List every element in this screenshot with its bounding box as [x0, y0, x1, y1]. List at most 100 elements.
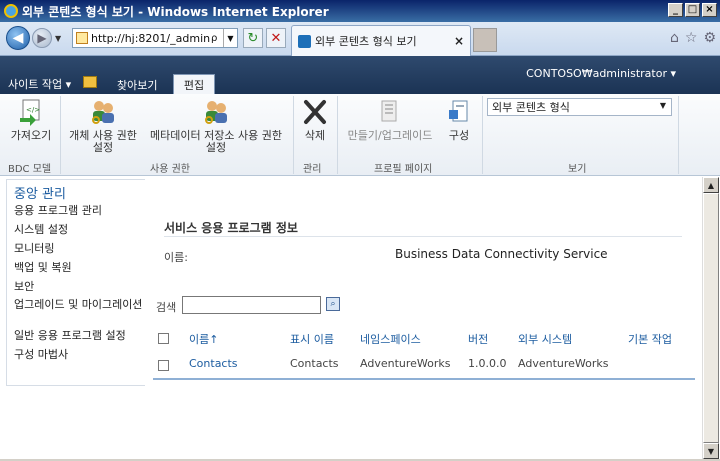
close-window-button[interactable]: × — [702, 3, 717, 17]
import-button[interactable]: </> 가져오기 — [8, 98, 54, 142]
address-search-icon[interactable]: ρ — [211, 33, 223, 44]
import-label: 가져오기 — [10, 129, 52, 142]
user-menu[interactable]: CONTOSO₩administrator ▾ — [526, 67, 676, 80]
configure-label: 구성 — [448, 129, 470, 142]
search-input[interactable] — [182, 296, 321, 314]
column-header-namespace[interactable]: 네임스페이스 — [360, 331, 421, 347]
forward-arrow-icon[interactable]: ▶ — [32, 28, 52, 48]
scroll-down-arrow-icon[interactable]: ▼ — [703, 443, 719, 459]
stop-icon[interactable]: ✕ — [266, 28, 286, 48]
internet-explorer-icon — [4, 4, 18, 18]
search-go-icon[interactable]: ⌕ — [326, 297, 340, 311]
nav-item-configuration-wizards[interactable]: 구성 마법사 — [14, 349, 68, 361]
column-header-display-name[interactable]: 표시 이름 — [290, 331, 334, 347]
ribbon: </> 가져오기 개체 사용 권한 설정 메타데이터 저장소 사용 권한 설정 … — [0, 94, 720, 176]
address-url[interactable]: http://hj:8201/_admin, — [91, 32, 211, 45]
address-bar[interactable]: http://hj:8201/_admin, ρ ▼ — [72, 28, 238, 48]
quick-launch-heading[interactable]: 중앙 관리 — [14, 183, 66, 202]
window-title-bar: 외부 콘텐츠 형식 보기 - Windows Internet Explorer… — [0, 0, 720, 22]
service-name-value: Business Data Connectivity Service — [395, 247, 608, 261]
configure-button[interactable]: 구성 — [442, 98, 476, 142]
section-divider — [164, 236, 682, 237]
name-label: 이름: — [164, 251, 188, 264]
set-object-permissions-label: 개체 사용 권한 설정 — [69, 129, 137, 154]
row-display-name: Contacts — [290, 357, 339, 370]
favorites-star-icon[interactable]: ☆ — [685, 30, 698, 46]
set-metadata-store-permissions-button[interactable]: 메타데이터 저장소 사용 권한 설정 — [145, 98, 287, 154]
column-header-default-action[interactable]: 기본 작업 — [628, 331, 672, 347]
configure-page-icon — [445, 98, 473, 126]
section-title: 서비스 응용 프로그램 정보 — [164, 221, 298, 235]
group-label-view: 보기 — [568, 164, 587, 175]
page-icon — [76, 32, 88, 44]
navigate-up-icon[interactable] — [83, 76, 97, 88]
set-metadata-store-permissions-label: 메타데이터 저장소 사용 권한 설정 — [150, 129, 282, 154]
delete-button[interactable]: 삭제 — [298, 98, 332, 142]
create-upgrade-label: 만들기/업그레이드 — [347, 129, 433, 142]
window-title: 외부 콘텐츠 형식 보기 - Windows Internet Explorer — [22, 4, 329, 19]
site-actions-menu[interactable]: 사이트 작업 ▾ — [8, 76, 71, 92]
create-upgrade-button[interactable]: 만들기/업그레이드 — [342, 98, 438, 142]
users-key-icon — [202, 98, 230, 126]
home-icon[interactable]: ⌂ — [670, 30, 679, 46]
tab-edit[interactable]: 편집 — [173, 74, 215, 94]
svg-text:</>: </> — [26, 106, 40, 114]
tab-title: 외부 콘텐츠 형식 보기 — [315, 35, 417, 48]
tools-gear-icon[interactable]: ⚙ — [703, 30, 716, 46]
new-tab-button[interactable] — [473, 28, 497, 52]
row-external-system: AdventureWorks — [518, 357, 609, 370]
browser-command-icons: ⌂ ☆ ⚙ — [670, 30, 716, 46]
delete-label: 삭제 — [304, 129, 326, 142]
sharepoint-top-bar: 사이트 작업 ▾ 찾아보기 편집 CONTOSO₩administrator ▾ — [0, 56, 720, 94]
row-name-link[interactable]: Contacts — [189, 357, 238, 370]
nav-item-monitoring[interactable]: 모니터링 — [14, 243, 54, 255]
nav-item-general-app-settings[interactable]: 일반 응용 프로그램 설정 — [14, 330, 126, 342]
ribbon-separator — [60, 96, 61, 174]
refresh-icon[interactable]: ↻ — [243, 28, 263, 48]
profile-page-icon — [376, 98, 404, 126]
scroll-up-arrow-icon[interactable]: ▲ — [703, 177, 719, 193]
row-namespace: AdventureWorks — [360, 357, 451, 370]
group-label-profile-pages: 프로필 페이지 — [374, 164, 433, 175]
history-dropdown-icon[interactable]: ▼ — [55, 34, 61, 43]
ribbon-separator — [482, 96, 483, 174]
group-label-manage: 관리 — [303, 164, 322, 175]
nav-item-upgrade-migration[interactable]: 업그레이드 및 마이그레이션 — [14, 299, 144, 311]
nav-item-system-settings[interactable]: 시스템 설정 — [14, 224, 68, 236]
chevron-down-icon: ▼ — [659, 101, 666, 110]
ribbon-separator — [293, 96, 294, 174]
browser-nav-bar: ◀ ▶ ▼ http://hj:8201/_admin, ρ ▼ ↻ ✕ 외부 … — [0, 22, 720, 56]
column-header-external-system[interactable]: 외부 시스템 — [518, 331, 572, 347]
grid-bottom-rule — [153, 378, 695, 380]
vertical-scrollbar[interactable]: ▲ ▼ — [702, 177, 719, 459]
scroll-thumb[interactable] — [703, 193, 719, 443]
ribbon-separator — [678, 96, 679, 174]
search-label: 검색 — [156, 301, 177, 314]
group-label-permissions: 사용 권한 — [150, 164, 190, 175]
maximize-button[interactable]: □ — [685, 3, 700, 17]
view-select[interactable]: 외부 콘텐츠 형식 ▼ — [487, 98, 672, 116]
tab-close-icon[interactable]: × — [454, 34, 464, 48]
nav-item-security[interactable]: 보안 — [14, 281, 34, 293]
column-header-version[interactable]: 버전 — [468, 331, 488, 347]
sharepoint-tab-icon — [298, 34, 311, 48]
delete-x-icon — [301, 98, 329, 126]
set-object-permissions-button[interactable]: 개체 사용 권한 설정 — [63, 98, 143, 154]
tab-browse[interactable]: 찾아보기 — [117, 77, 157, 93]
nav-item-backup-restore[interactable]: 백업 및 복원 — [14, 262, 72, 274]
back-arrow-icon[interactable]: ◀ — [6, 26, 30, 50]
column-header-name[interactable]: 이름↑ — [189, 331, 218, 347]
view-select-value: 외부 콘텐츠 형식 — [492, 101, 570, 114]
browser-tab-active[interactable]: 외부 콘텐츠 형식 보기 × — [291, 25, 471, 56]
nav-item-application-management[interactable]: 응용 프로그램 관리 — [14, 205, 102, 217]
row-version: 1.0.0.0 — [468, 357, 507, 370]
row-checkbox[interactable] — [158, 360, 169, 371]
minimize-button[interactable]: _ — [668, 3, 683, 17]
select-all-checkbox[interactable] — [158, 333, 169, 344]
import-icon: </> — [17, 98, 45, 126]
window-controls: _ □ × — [668, 3, 717, 17]
address-dropdown-icon[interactable]: ▼ — [223, 29, 237, 47]
ribbon-separator — [337, 96, 338, 174]
group-label-bdc-models: BDC 모델 — [8, 164, 52, 175]
quick-launch: 중앙 관리 응용 프로그램 관리 시스템 설정 모니터링 백업 및 복원 보안 … — [6, 179, 145, 386]
